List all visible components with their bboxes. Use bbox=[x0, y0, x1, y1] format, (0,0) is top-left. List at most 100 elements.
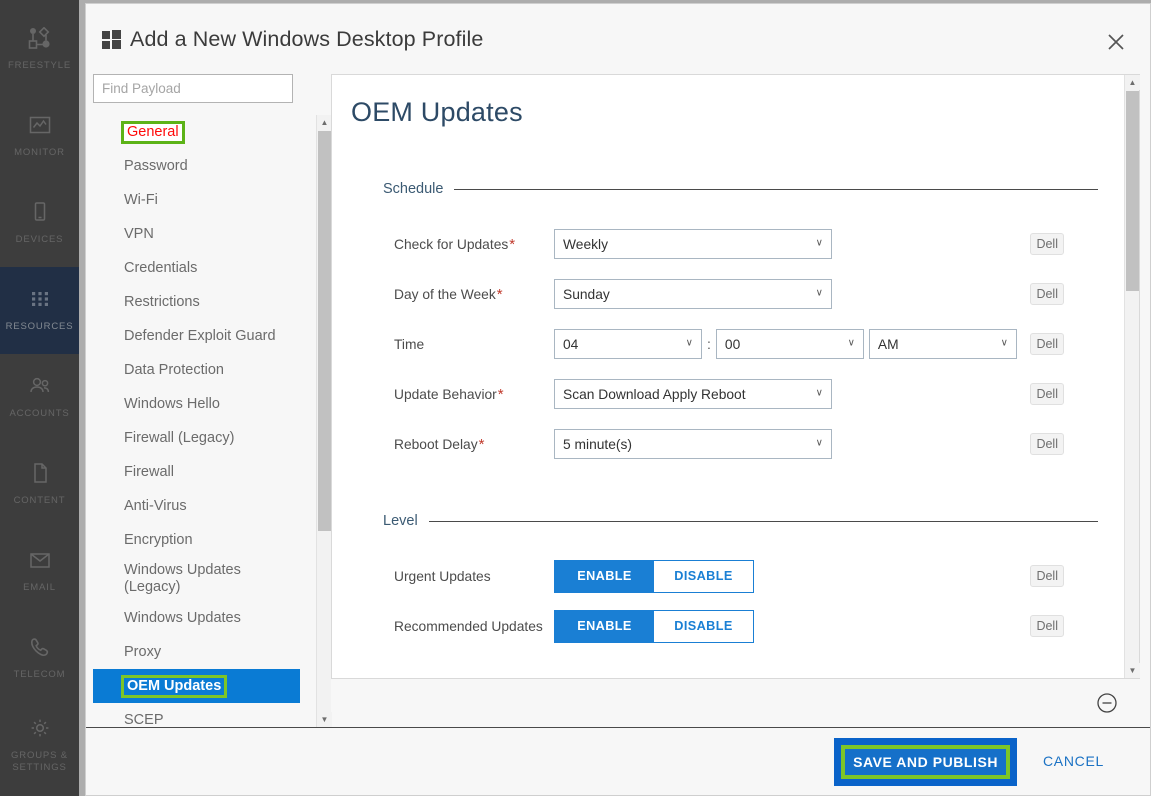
toggle-enable-button[interactable]: ENABLE bbox=[555, 560, 654, 592]
payload-item[interactable]: SCEP bbox=[93, 703, 300, 728]
payload-item[interactable]: Data Protection bbox=[93, 353, 300, 387]
select-dropdown[interactable]: Scan Download Apply Reboot ∨ bbox=[554, 379, 832, 409]
settings-row-label-text: Day of the Week bbox=[394, 286, 496, 302]
payload-item[interactable]: Firewall bbox=[93, 455, 300, 489]
toggle-disable-button[interactable]: DISABLE bbox=[654, 560, 753, 592]
payload-item-label: Defender Exploit Guard bbox=[124, 327, 276, 344]
email-icon bbox=[27, 549, 53, 575]
minute-dropdown[interactable]: 00 ∨ bbox=[715, 329, 864, 359]
payload-item[interactable]: Windows Updates bbox=[93, 601, 300, 635]
payload-pane: General Password Wi-Fi VPN Credentials Restri… bbox=[86, 74, 332, 728]
enable-disable-toggle[interactable]: ENABLE DISABLE bbox=[554, 559, 754, 593]
payload-item-label: OEM Updates bbox=[120, 674, 228, 698]
telecom-icon bbox=[27, 636, 53, 662]
rail-item-resources[interactable]: RESOURCES bbox=[0, 267, 79, 354]
search-input[interactable] bbox=[93, 74, 293, 103]
payload-item[interactable]: Windows Hello bbox=[93, 387, 300, 421]
payload-item-label: Password bbox=[124, 157, 188, 174]
time-separator: : bbox=[707, 336, 711, 352]
oem-vendor-badge[interactable]: Dell bbox=[1030, 283, 1064, 305]
payload-item[interactable]: General bbox=[93, 115, 300, 149]
settings-row-label-text: Reboot Delay bbox=[394, 436, 478, 452]
select-dropdown[interactable]: 5 minute(s) ∨ bbox=[554, 429, 832, 459]
application-root: FREESTYLE MONITOR DEVICES RESOURCES ACCO… bbox=[0, 0, 1151, 796]
rail-item-email[interactable]: EMAIL bbox=[0, 528, 79, 615]
settings-row-control: 5 minute(s) ∨ bbox=[554, 429, 832, 459]
payload-item[interactable]: OEM Updates bbox=[93, 669, 300, 703]
payload-item[interactable]: Proxy bbox=[93, 635, 300, 669]
collapse-strip bbox=[331, 679, 1140, 727]
gear-icon bbox=[27, 717, 53, 743]
oem-vendor-badge[interactable]: Dell bbox=[1030, 615, 1064, 637]
oem-vendor-badge[interactable]: Dell bbox=[1030, 233, 1064, 255]
select-dropdown-value: Sunday bbox=[563, 286, 610, 302]
collapse-minus-icon[interactable] bbox=[1096, 692, 1118, 714]
scroll-up-arrow-icon[interactable]: ▲ bbox=[317, 115, 332, 130]
settings-scroll-up-arrow-icon[interactable]: ▲ bbox=[1125, 75, 1140, 90]
select-dropdown-value: Weekly bbox=[563, 236, 608, 252]
rail-item-groups-and-settings[interactable]: GROUPS & SETTINGS bbox=[0, 702, 79, 789]
section-rows: Check for Updates* Weekly ∨ Dell Day of the … bbox=[356, 197, 1098, 469]
payload-item-label: Data Protection bbox=[124, 361, 224, 378]
payload-item-label: Wi-Fi bbox=[124, 191, 158, 208]
chevron-down-icon: ∨ bbox=[847, 337, 855, 349]
rail-item-content[interactable]: CONTENT bbox=[0, 441, 79, 528]
section-header: Level bbox=[356, 513, 1098, 529]
payload-item-label: VPN bbox=[124, 225, 154, 242]
payload-item[interactable]: Restrictions bbox=[93, 285, 300, 319]
accounts-icon bbox=[27, 375, 53, 401]
payload-item[interactable]: Firewall (Legacy) bbox=[93, 421, 300, 455]
payload-item[interactable]: Wi-Fi bbox=[93, 183, 300, 217]
payload-item-label: Encryption bbox=[124, 531, 193, 548]
oem-vendor-badge[interactable]: Dell bbox=[1030, 433, 1064, 455]
settings-scrollbar[interactable]: ▲ ▼ bbox=[1124, 75, 1140, 678]
hour-dropdown[interactable]: 04 ∨ bbox=[554, 329, 702, 359]
settings-row: Check for Updates* Weekly ∨ Dell bbox=[356, 219, 1098, 269]
modal-header: Add a New Windows Desktop Profile bbox=[86, 4, 1150, 74]
settings-scroll-down-arrow-icon[interactable]: ▼ bbox=[1125, 663, 1140, 678]
find-payload-wrap bbox=[93, 74, 331, 115]
rail-item-telecom[interactable]: TELECOM bbox=[0, 615, 79, 702]
settings-scroll-area: OEM Updates Schedule Check for Updates* We… bbox=[332, 75, 1124, 678]
payload-item[interactable]: Credentials bbox=[93, 251, 300, 285]
payload-item[interactable]: VPN bbox=[93, 217, 300, 251]
rail-item-devices[interactable]: DEVICES bbox=[0, 180, 79, 267]
oem-vendor-badge[interactable]: Dell bbox=[1030, 383, 1064, 405]
payload-item-label: SCEP bbox=[124, 711, 164, 728]
rail-item-accounts[interactable]: ACCOUNTS bbox=[0, 354, 79, 441]
settings-row: Day of the Week* Sunday ∨ Dell bbox=[356, 269, 1098, 319]
close-icon[interactable] bbox=[1104, 30, 1128, 54]
global-nav-rail: FREESTYLE MONITOR DEVICES RESOURCES ACCO… bbox=[0, 0, 79, 796]
cancel-button[interactable]: CANCEL bbox=[1043, 753, 1104, 771]
freestyle-icon bbox=[27, 27, 53, 53]
meridiem-dropdown[interactable]: AM ∨ bbox=[868, 329, 1017, 359]
settings-scroll-thumb[interactable] bbox=[1126, 91, 1139, 291]
rail-item-monitor[interactable]: MONITOR bbox=[0, 93, 79, 180]
select-dropdown[interactable]: Sunday ∨ bbox=[554, 279, 832, 309]
payload-item-label: Windows Hello bbox=[124, 395, 220, 412]
payload-item[interactable]: Windows Updates (Legacy) bbox=[93, 557, 300, 601]
page-title: OEM Updates bbox=[351, 97, 523, 127]
payload-item[interactable]: Anti-Virus bbox=[93, 489, 300, 523]
oem-vendor-badge[interactable]: Dell bbox=[1030, 333, 1064, 355]
settings-row: Recommended Updates ENABLE DISABLE Dell bbox=[356, 601, 1098, 651]
save-and-publish-button[interactable]: SAVE AND PUBLISH bbox=[845, 748, 1006, 775]
payload-item[interactable]: Encryption bbox=[93, 523, 300, 557]
toggle-enable-button[interactable]: ENABLE bbox=[555, 610, 654, 642]
rail-label-content: CONTENT bbox=[13, 495, 66, 506]
oem-vendor-badge[interactable]: Dell bbox=[1030, 565, 1064, 587]
settings-row-control: Weekly ∨ bbox=[554, 229, 832, 259]
settings-row-label-text: Update Behavior bbox=[394, 386, 497, 402]
scroll-down-arrow-icon[interactable]: ▼ bbox=[317, 712, 332, 727]
payload-item[interactable]: Password bbox=[93, 149, 300, 183]
required-asterisk-icon: * bbox=[509, 235, 516, 253]
toggle-disable-button[interactable]: DISABLE bbox=[654, 610, 753, 642]
chevron-down-icon: ∨ bbox=[815, 387, 823, 399]
rail-item-freestyle[interactable]: FREESTYLE bbox=[0, 6, 79, 93]
payload-item[interactable]: Defender Exploit Guard bbox=[93, 319, 300, 353]
payload-list-scrollbar[interactable]: ▲ ▼ bbox=[316, 115, 332, 727]
enable-disable-toggle[interactable]: ENABLE DISABLE bbox=[554, 609, 754, 643]
select-dropdown[interactable]: Weekly ∨ bbox=[554, 229, 832, 259]
payload-scroll-thumb[interactable] bbox=[318, 131, 331, 531]
rail-label-freestyle: FREESTYLE bbox=[7, 60, 72, 71]
